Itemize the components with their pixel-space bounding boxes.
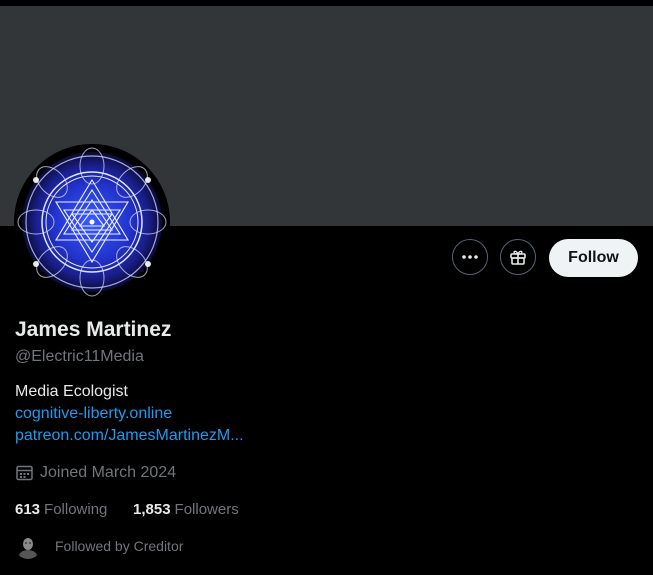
more-button[interactable]	[452, 239, 488, 275]
profile-bio: Media Ecologist	[15, 383, 128, 400]
followed-by-text: Followed by Creditor	[55, 538, 184, 554]
joined-date: Joined March 2024	[15, 463, 176, 482]
calendar-icon	[15, 463, 34, 482]
more-horizontal-icon	[462, 255, 478, 259]
subscribe-button[interactable]	[500, 239, 536, 275]
following-stat[interactable]: 613 Following	[15, 501, 107, 518]
followers-stat[interactable]: 1,853 Followers	[133, 501, 239, 518]
gift-icon	[510, 250, 526, 265]
following-label: Following	[44, 501, 108, 518]
bio-link-website[interactable]: cognitive-liberty.online	[15, 405, 172, 423]
following-count: 613	[15, 501, 41, 518]
sri-yantra-mandala-icon	[14, 144, 170, 300]
profile-avatar[interactable]	[14, 144, 170, 300]
follower-avatar	[15, 533, 41, 559]
followed-by[interactable]: Followed by Creditor	[15, 533, 183, 559]
follow-button[interactable]: Follow	[549, 239, 638, 277]
joined-text: Joined March 2024	[40, 463, 177, 481]
bio-link-patreon[interactable]: patreon.com/JamesMartinezM...	[15, 427, 244, 445]
profile-handle: @Electric11Media	[15, 348, 144, 365]
profile-name: James Martinez	[15, 318, 172, 341]
followers-label: Followers	[174, 501, 239, 518]
followers-count: 1,853	[133, 501, 171, 518]
